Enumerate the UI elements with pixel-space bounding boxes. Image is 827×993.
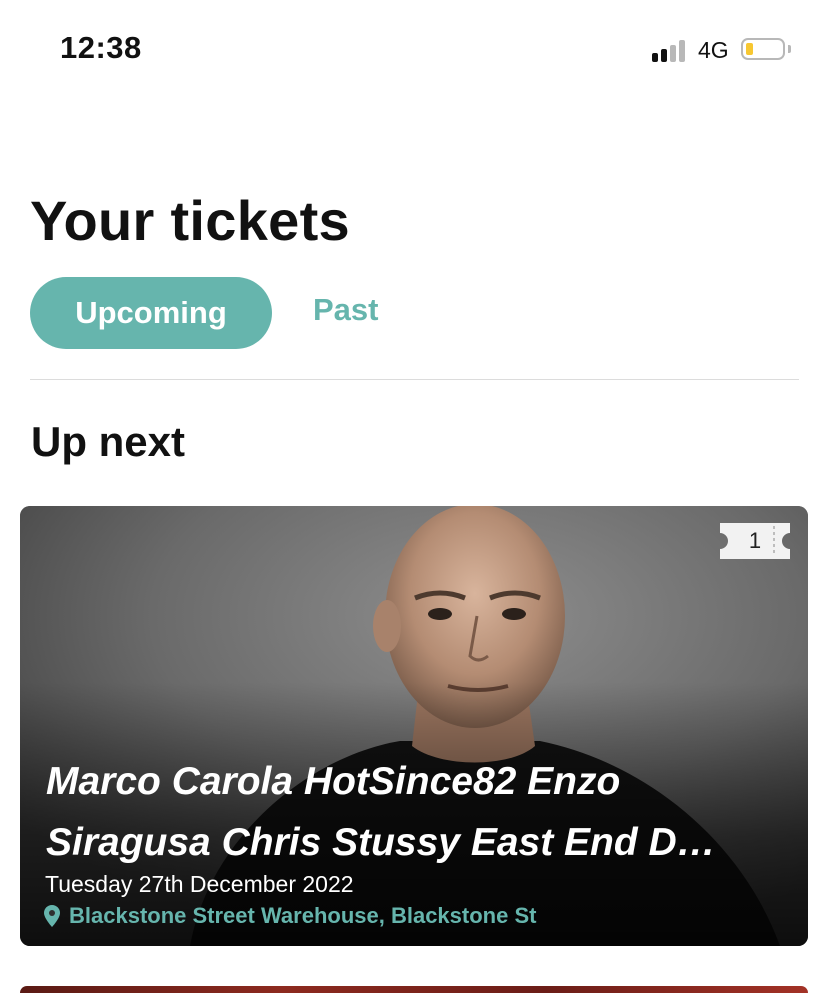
network-type: 4G: [698, 37, 729, 63]
tab-past[interactable]: Past: [313, 292, 378, 328]
battery-icon: [741, 38, 785, 60]
location-pin-icon: [44, 905, 60, 927]
battery-cap: [788, 45, 791, 53]
status-bar: 12:38 4G: [0, 0, 827, 100]
tickets-screen: 12:38 4G Your tickets Upcoming Past Up n…: [0, 0, 827, 993]
event-title: Marco Carola HotSince82 Enzo Siragusa Ch…: [46, 760, 716, 864]
event-venue[interactable]: Blackstone Street Warehouse, Blackstone …: [44, 903, 536, 929]
section-title: Up next: [31, 418, 186, 465]
event-venue-label: Blackstone Street Warehouse, Blackstone …: [69, 903, 537, 928]
ticket-count-badge: 1: [720, 523, 790, 559]
page-title: Your tickets: [30, 189, 350, 252]
next-event-card[interactable]: [20, 986, 808, 993]
tab-past-label: Past: [313, 292, 379, 327]
event-date: Tuesday 27th December 2022: [45, 871, 354, 897]
status-time: 12:38: [60, 30, 142, 65]
battery-level-fill: [746, 43, 753, 55]
tab-upcoming-label: Upcoming: [75, 295, 227, 330]
cellular-signal-icon: [652, 38, 690, 62]
divider: [30, 379, 799, 380]
ticket-count: 1: [748, 528, 762, 553]
event-card[interactable]: 1 Marco Carola HotSince82 Enzo Siragusa …: [20, 506, 808, 946]
tab-upcoming[interactable]: Upcoming: [30, 277, 272, 349]
